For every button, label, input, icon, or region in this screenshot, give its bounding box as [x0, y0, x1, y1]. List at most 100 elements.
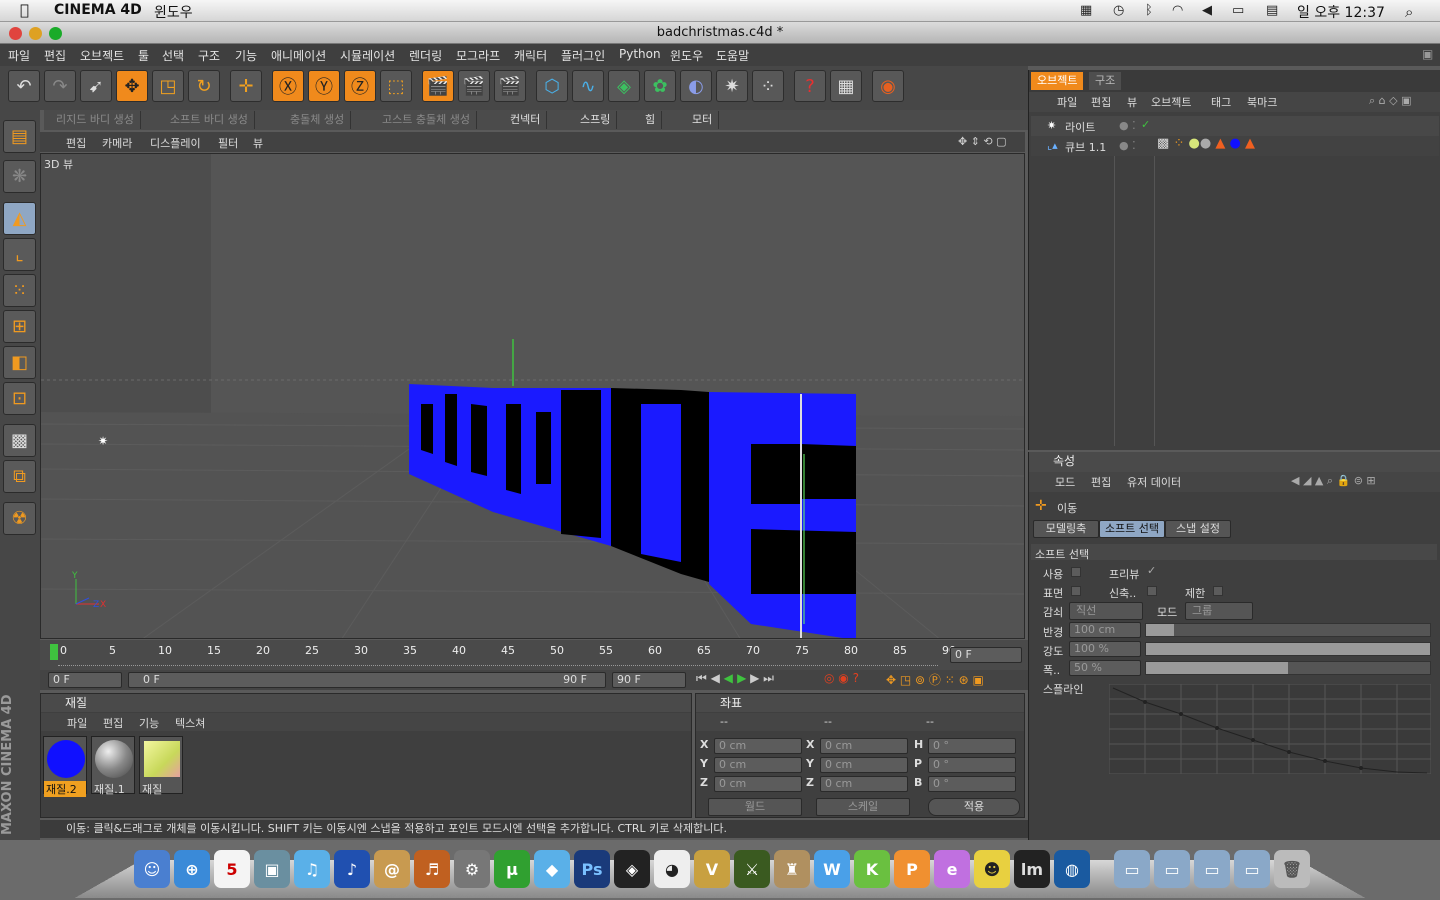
- view-menu-edit[interactable]: 편집: [66, 135, 86, 151]
- attr-nav-icons[interactable]: ◀ ◢ ▲ ⌕ 🔒 ⊜ ⊞: [1291, 474, 1376, 488]
- x-axis-icon[interactable]: Ⓧ: [272, 70, 304, 102]
- undo-icon[interactable]: ↶: [8, 70, 40, 102]
- texture-icon[interactable]: ▩: [3, 424, 36, 457]
- help-icon[interactable]: ?: [794, 70, 826, 102]
- width-slider[interactable]: [1145, 661, 1431, 675]
- visibility-dots[interactable]: ● ⁚: [1119, 139, 1136, 152]
- w-app-icon[interactable]: W: [814, 850, 850, 888]
- view-menu-filter[interactable]: 필터: [218, 135, 238, 151]
- lm-app-icon[interactable]: lm: [1014, 850, 1050, 888]
- apply-button[interactable]: 적용: [928, 798, 1020, 816]
- cube-icon[interactable]: ⬡: [536, 70, 568, 102]
- attr-menu-mode[interactable]: 모드: [1055, 474, 1075, 490]
- timeline-ruler[interactable]: 0 5 10 15 20 25 30 35 40 45 50 55 60 65 70 75 80 85 90 0 F: [40, 640, 1028, 670]
- p-app-icon[interactable]: P: [894, 850, 930, 888]
- rigid-body-button[interactable]: 리지드 바디 생성: [50, 111, 141, 129]
- enabled-check-icon[interactable]: ✓: [1141, 118, 1150, 131]
- menu-render[interactable]: 렌더링: [409, 47, 442, 64]
- grid-icon[interactable]: ▦: [1080, 3, 1092, 18]
- snap-icon[interactable]: ☢: [3, 502, 36, 535]
- coord-system-icon[interactable]: ⬚: [380, 70, 412, 102]
- dawn-of-war-icon[interactable]: ⚔: [734, 850, 770, 888]
- zoom-icon[interactable]: [49, 27, 62, 40]
- nurbs-icon[interactable]: ◈: [608, 70, 640, 102]
- material-item[interactable]: 재질: [139, 736, 183, 796]
- motor-button[interactable]: 모터: [686, 111, 720, 129]
- menu-tool[interactable]: 툴: [138, 47, 149, 64]
- volume-icon[interactable]: ◀: [1202, 3, 1212, 18]
- range-slider[interactable]: 0 F 90 F: [128, 672, 606, 688]
- stretch-checkbox[interactable]: [1147, 586, 1157, 596]
- obj-menu-bookmark[interactable]: 북마크: [1247, 94, 1277, 110]
- menu-character[interactable]: 캐릭터: [514, 47, 547, 64]
- view-menu-view[interactable]: 뷰: [253, 135, 263, 151]
- assassins-icon[interactable]: ◈: [614, 850, 650, 888]
- playback-controls[interactable]: ⏮ ◀ ◀ ▶ ▶ ⏭: [696, 671, 774, 686]
- soft-body-button[interactable]: 소프트 바디 생성: [164, 111, 255, 129]
- obj-menu-file[interactable]: 파일: [1057, 94, 1077, 110]
- coord-size-field[interactable]: 0 cm: [820, 776, 908, 792]
- render-view-icon[interactable]: 🎬: [422, 70, 454, 102]
- tab-structure[interactable]: 구조: [1089, 72, 1122, 90]
- sculpt-icon[interactable]: ❋: [3, 160, 36, 193]
- view-menu-camera[interactable]: 카메라: [102, 135, 132, 151]
- obj-menu-view[interactable]: 뷰: [1127, 94, 1137, 110]
- key-icons[interactable]: ✥ ◳ ⊚ Ⓟ ⁙ ⊛ ▣: [886, 671, 984, 688]
- strength-field[interactable]: 100 %: [1069, 641, 1141, 657]
- connector-button[interactable]: 컨넥터: [504, 111, 548, 129]
- coord-position-field[interactable]: 0 cm: [714, 757, 802, 773]
- applications-folder-icon[interactable]: ▭: [1114, 850, 1150, 888]
- move-icon[interactable]: ✥: [116, 70, 148, 102]
- use-checkbox[interactable]: [1071, 567, 1081, 577]
- wifi-icon[interactable]: ◠: [1172, 3, 1183, 18]
- layout-icon[interactable]: ▣: [1422, 47, 1433, 61]
- tab-modeling-axis[interactable]: 모델링축: [1033, 520, 1099, 538]
- coord-position-field[interactable]: 0 cm: [714, 776, 802, 792]
- playhead[interactable]: [50, 644, 58, 660]
- tab-objects[interactable]: 오브젝트: [1031, 72, 1084, 90]
- garageband-icon[interactable]: ♬: [414, 850, 450, 888]
- preview-checkbox[interactable]: ✓: [1147, 564, 1156, 577]
- obj-search-icon[interactable]: ⌕ ⌂ ◇ ▣: [1369, 94, 1412, 108]
- scale-icon[interactable]: ◳: [152, 70, 184, 102]
- menu-file[interactable]: 파일: [8, 47, 30, 64]
- radius-field[interactable]: 100 cm: [1069, 622, 1141, 638]
- spring-button[interactable]: 스프링: [574, 111, 618, 129]
- surface-checkbox[interactable]: [1071, 586, 1081, 596]
- menu-plugins[interactable]: 플러그인: [561, 47, 605, 64]
- spline-icon[interactable]: ∿: [572, 70, 604, 102]
- render-picture-icon[interactable]: 🎬: [458, 70, 490, 102]
- collider-button[interactable]: 충돌체 생성: [284, 111, 352, 129]
- photoshop-icon[interactable]: Ps: [574, 850, 610, 888]
- obj-menu-object[interactable]: 오브젝트: [1151, 94, 1191, 110]
- redo-icon[interactable]: ↷: [44, 70, 76, 102]
- spline-graph[interactable]: [1109, 684, 1431, 774]
- visibility-dots[interactable]: ● ⁚: [1119, 119, 1136, 132]
- flag-icon[interactable]: ▤: [1266, 3, 1278, 18]
- finder-icon[interactable]: ☺: [134, 850, 170, 888]
- workplane-icon[interactable]: ⧉: [3, 460, 36, 493]
- select-icon[interactable]: ➹: [80, 70, 112, 102]
- menu-simulation[interactable]: 시뮬레이션: [340, 47, 395, 64]
- table-icon[interactable]: ▦: [830, 70, 862, 102]
- coord-size-field[interactable]: 0 cm: [820, 738, 908, 754]
- ghost-collider-button[interactable]: 고스트 충돌체 생성: [376, 111, 477, 129]
- menu-function[interactable]: 기능: [235, 47, 257, 64]
- obj-menu-tag[interactable]: 태그: [1211, 94, 1231, 110]
- addressbook-icon[interactable]: @: [374, 850, 410, 888]
- panda-icon[interactable]: ◕: [654, 850, 690, 888]
- start-frame-field[interactable]: 0 F: [48, 672, 122, 688]
- record-icons[interactable]: ◎ ◉ ?: [824, 671, 859, 685]
- menu-help[interactable]: 도움말: [716, 47, 749, 64]
- falloff-select[interactable]: 직선: [1069, 602, 1143, 620]
- mat-menu-file[interactable]: 파일: [67, 715, 87, 731]
- force-button[interactable]: 힘: [639, 111, 663, 129]
- face-app-icon[interactable]: ☻: [974, 850, 1010, 888]
- view-nav-icon[interactable]: ✥ ⇕ ⟲ ▢: [958, 135, 1007, 148]
- array-icon[interactable]: ✿: [644, 70, 676, 102]
- timemachine-icon[interactable]: ◷: [1113, 3, 1124, 18]
- width-field[interactable]: 50 %: [1069, 660, 1141, 676]
- menu-edit[interactable]: 편집: [44, 47, 66, 64]
- spotlight-icon[interactable]: ⌕: [1405, 3, 1413, 21]
- documents-folder-icon[interactable]: ▭: [1154, 850, 1190, 888]
